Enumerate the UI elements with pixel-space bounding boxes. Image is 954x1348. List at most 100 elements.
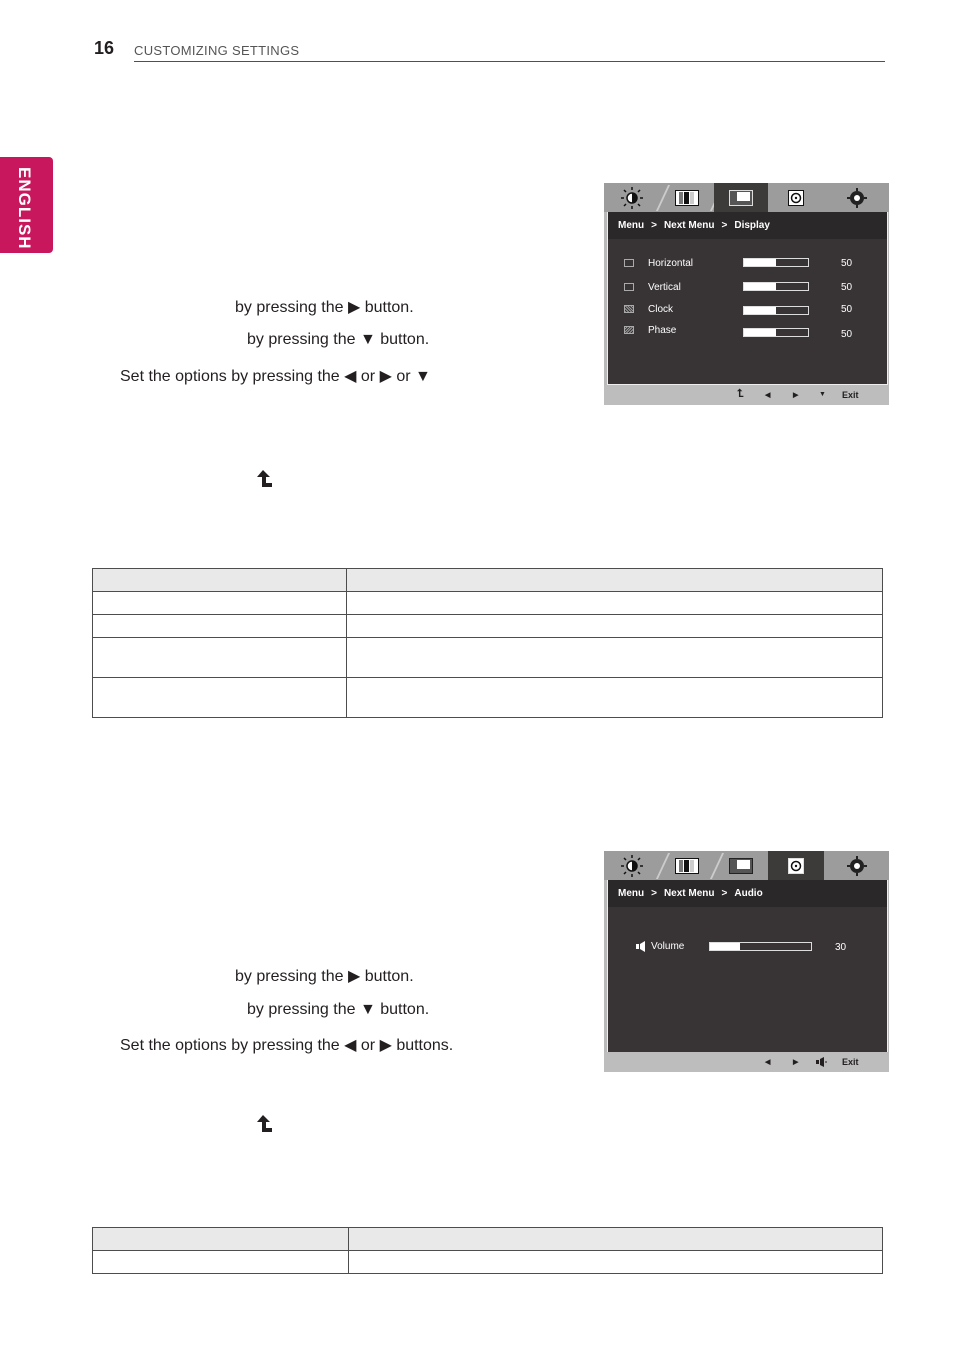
section-title: CUSTOMIZING SETTINGS — [134, 43, 300, 58]
breadcrumb-current: Display — [734, 220, 770, 231]
table-cell — [346, 637, 883, 678]
osd-tab-brightness[interactable] — [604, 851, 671, 880]
language-label: ENGLISH — [15, 167, 34, 250]
osd-row-value: 50 — [841, 304, 853, 315]
osd-row-label: Vertical — [648, 282, 681, 293]
table-row — [92, 677, 883, 718]
page-number: 16 — [94, 38, 115, 58]
brightness-icon — [621, 186, 643, 209]
osd-tab-picture[interactable] — [660, 183, 725, 212]
table-row — [92, 591, 883, 615]
settings-icon — [846, 855, 867, 876]
display-icon — [729, 857, 753, 874]
audio-icon — [788, 189, 804, 206]
horizontal-icon — [624, 259, 634, 267]
osd-right-button[interactable]: ▶ — [793, 391, 798, 399]
table-row — [92, 637, 883, 678]
table-cell — [92, 677, 347, 718]
osd-tab-display[interactable] — [714, 851, 768, 880]
table-header-cell — [92, 568, 347, 592]
table-cell — [92, 614, 347, 638]
audio-step-2: by pressing the ▼ button. — [247, 1001, 430, 1018]
osd-row-value: 50 — [841, 258, 853, 269]
osd-down-button[interactable]: ▼ — [819, 391, 826, 398]
return-arrow-icon — [255, 470, 273, 495]
osd-tab-picture[interactable] — [660, 851, 725, 880]
table-cell — [348, 1250, 883, 1274]
vertical-slider[interactable] — [743, 282, 809, 291]
osd-footer: ◀ ▶ Exit — [604, 1052, 889, 1072]
osd-panel: Menu > Next Menu > Display Horizontal 50… — [607, 212, 888, 385]
osd-row-vertical[interactable]: Vertical 50 — [608, 281, 887, 297]
osd-tab-settings[interactable] — [824, 183, 889, 212]
table-header-row — [92, 568, 883, 592]
osd-row-label: Phase — [648, 325, 677, 336]
osd-row-value: 50 — [841, 282, 853, 293]
osd-tab-display[interactable] — [714, 183, 768, 212]
phase-icon — [624, 326, 634, 334]
audio-step-1: by pressing the ▶ button. — [235, 968, 414, 985]
display-step-1: by pressing the ▶ button. — [235, 299, 414, 316]
clock-slider[interactable] — [743, 306, 809, 315]
osd-volume-button[interactable] — [816, 1057, 827, 1067]
table-cell — [92, 1250, 349, 1274]
osd-row-phase[interactable]: Phase 50 — [608, 324, 887, 340]
table-header-row — [92, 1227, 883, 1251]
osd-tab-audio[interactable] — [768, 851, 824, 880]
table-cell — [92, 591, 347, 615]
breadcrumb-menu: Menu — [618, 220, 645, 231]
display-step-2: by pressing the ▼ button. — [247, 331, 430, 348]
osd-row-label: Clock — [648, 304, 674, 315]
picture-icon — [675, 189, 699, 206]
table-row — [92, 614, 883, 638]
display-osd-screenshot: Menu > Next Menu > Display Horizontal 50… — [604, 183, 889, 405]
osd-footer: ⮤ ◀ ▶ ▼ Exit — [604, 385, 889, 405]
horizontal-slider[interactable] — [743, 258, 809, 267]
audio-icon — [788, 857, 804, 874]
osd-left-button[interactable]: ◀ — [765, 391, 770, 399]
osd-left-button[interactable]: ◀ — [765, 1058, 770, 1066]
osd-row-horizontal[interactable]: Horizontal 50 — [608, 257, 887, 273]
osd-exit-button[interactable]: Exit — [842, 390, 859, 400]
breadcrumb-sep: > — [721, 888, 728, 899]
audio-options-table — [92, 1227, 883, 1274]
breadcrumb-sep: > — [651, 888, 657, 899]
display-options-table — [92, 568, 883, 718]
display-icon — [729, 189, 753, 206]
audio-osd-screenshot: Menu > Next Menu > Audio Volume 30 ◀ ▶ E… — [604, 851, 889, 1072]
table-header-cell — [348, 1227, 883, 1251]
display-step-3: Set the options by pressing the ◀ or ▶ o… — [120, 368, 431, 385]
osd-exit-button[interactable]: Exit — [842, 1057, 859, 1067]
header-divider — [134, 61, 885, 62]
picture-icon — [675, 857, 699, 874]
osd-return-button[interactable]: ⮤ — [737, 388, 744, 401]
osd-row-value: 50 — [841, 329, 853, 340]
osd-tab-bar — [604, 851, 889, 880]
osd-panel: Menu > Next Menu > Audio Volume 30 — [607, 880, 888, 1053]
breadcrumb-sep: > — [651, 220, 657, 231]
osd-tab-brightness[interactable] — [604, 183, 671, 212]
osd-right-button[interactable]: ▶ — [793, 1058, 798, 1066]
table-row — [92, 1250, 883, 1274]
osd-tab-bar — [604, 183, 889, 212]
settings-icon — [846, 187, 867, 208]
table-cell — [346, 591, 883, 615]
phase-slider[interactable] — [743, 328, 809, 337]
osd-breadcrumb: Menu > Next Menu > Audio — [608, 880, 887, 907]
breadcrumb-sep: > — [721, 220, 728, 231]
osd-breadcrumb: Menu > Next Menu > Display — [608, 212, 887, 239]
osd-tab-audio[interactable] — [768, 183, 824, 212]
table-header-cell — [346, 568, 883, 592]
osd-row-clock[interactable]: Clock 50 — [608, 303, 887, 319]
osd-tab-settings[interactable] — [824, 851, 889, 880]
language-tab: ENGLISH — [0, 157, 53, 253]
osd-row-volume[interactable]: Volume 30 — [608, 940, 887, 956]
osd-row-value: 30 — [835, 942, 847, 953]
audio-step-3: Set the options by pressing the ◀ or ▶ b… — [120, 1037, 454, 1054]
table-header-cell — [92, 1227, 349, 1251]
volume-slider[interactable] — [709, 942, 812, 951]
clock-icon — [624, 305, 634, 313]
speaker-icon — [636, 941, 645, 952]
vertical-icon — [624, 283, 634, 291]
osd-row-label: Horizontal — [648, 258, 694, 269]
